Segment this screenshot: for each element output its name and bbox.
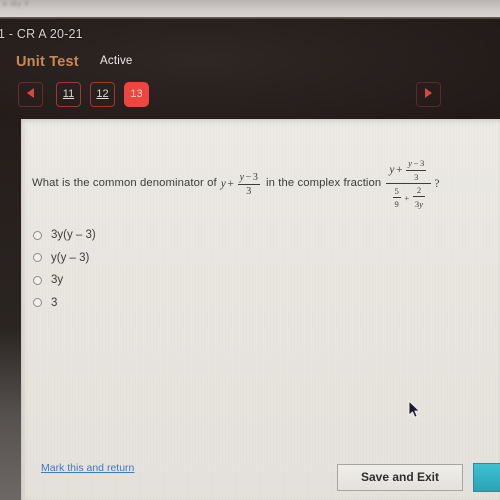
expr-fraction-denominator: 3	[246, 185, 252, 197]
answer-choice-3[interactable]: 3	[33, 292, 96, 315]
cf-den-right-den: 3y	[413, 197, 425, 210]
question-middle-text: in the complex fraction	[265, 176, 382, 189]
complex-fraction-numerator: y + y −3 3	[386, 156, 431, 183]
cf-num-plus: +	[396, 163, 403, 176]
expr-frac-num-minus: −	[245, 171, 252, 183]
radio-button-icon[interactable]	[33, 230, 42, 240]
browser-tab-strip: e My F	[0, 0, 500, 17]
assessment-title: Unit Test	[16, 54, 79, 70]
mark-this-and-return-link[interactable]: Mark this and return	[41, 462, 134, 474]
expr-fraction: y −3 3	[237, 171, 260, 197]
pager-page-13-current[interactable]: 13	[124, 82, 149, 107]
pager-prev-button[interactable]	[18, 82, 43, 107]
cf-num-inner-den: 3	[414, 172, 419, 182]
expr-frac-num-const: 3	[252, 171, 258, 183]
cf-num-inner-numerator: y −3	[406, 157, 426, 170]
cf-num-inner-minus: −	[413, 158, 419, 168]
answer-choice-label: 3	[51, 296, 58, 309]
status-badge: Active	[100, 55, 133, 67]
answer-choice-list: 3y(y – 3) y(y – 3) 3y 3	[33, 224, 96, 314]
answer-choice-1[interactable]: y(y – 3)	[33, 247, 96, 270]
question-lead-text: What is the common denominator of	[32, 176, 217, 189]
inline-expression: y + y −3 3	[221, 171, 262, 197]
radio-button-icon[interactable]	[33, 253, 42, 263]
answer-choice-label: 3y	[51, 274, 64, 287]
complex-fraction: y + y −3 3 5 9 + 2 3y	[386, 156, 432, 211]
cf-den-right-num: 2	[416, 185, 422, 196]
browser-tab-ghost-text: e My F	[3, 1, 31, 8]
expr-plus-operator: +	[227, 177, 235, 190]
cf-den-right-fraction: 2 3y	[412, 185, 426, 210]
course-title: 1 - CR A 20-21	[0, 27, 83, 41]
triangle-left-icon	[27, 88, 34, 99]
triangle-right-icon	[425, 88, 432, 99]
pager-next-button[interactable]	[416, 82, 441, 107]
next-submit-button[interactable]	[473, 463, 500, 492]
cf-num-inner-fraction: y −3 3	[406, 157, 427, 182]
question-pager: 11 12 13	[0, 82, 500, 110]
cf-den-left-num: 5	[394, 186, 399, 197]
radio-button-icon[interactable]	[33, 298, 42, 308]
question-trailing-text: ?	[434, 177, 440, 190]
pager-page-11[interactable]: 11	[56, 82, 81, 107]
complex-fraction-denominator: 5 9 + 2 3y	[388, 184, 431, 211]
question-content-panel: What is the common denominator of y + y −…	[21, 119, 500, 500]
cf-num-inner-const: 3	[420, 158, 425, 168]
radio-button-icon[interactable]	[33, 275, 42, 285]
save-and-exit-button[interactable]: Save and Exit	[337, 464, 463, 491]
cf-den-left-fraction: 5 9	[392, 186, 401, 210]
expr-fraction-numerator: y −3	[238, 171, 260, 184]
answer-choice-2[interactable]: 3y	[33, 269, 96, 292]
cf-den-left-den: 9	[394, 199, 399, 210]
question-statement: What is the common denominator of y + y −…	[32, 156, 500, 211]
screen-root: e My F 1 - CR A 20-21 Unit Test Active 1…	[0, 0, 500, 500]
answer-choice-label: 3y(y – 3)	[51, 229, 96, 242]
answer-choice-0[interactable]: 3y(y – 3)	[33, 224, 96, 247]
left-rail	[0, 119, 21, 500]
cf-den-plus: +	[404, 192, 410, 203]
answer-choice-label: y(y – 3)	[51, 251, 90, 264]
pager-page-12[interactable]: 12	[90, 82, 115, 107]
cf-den-right-var: y	[419, 199, 424, 210]
